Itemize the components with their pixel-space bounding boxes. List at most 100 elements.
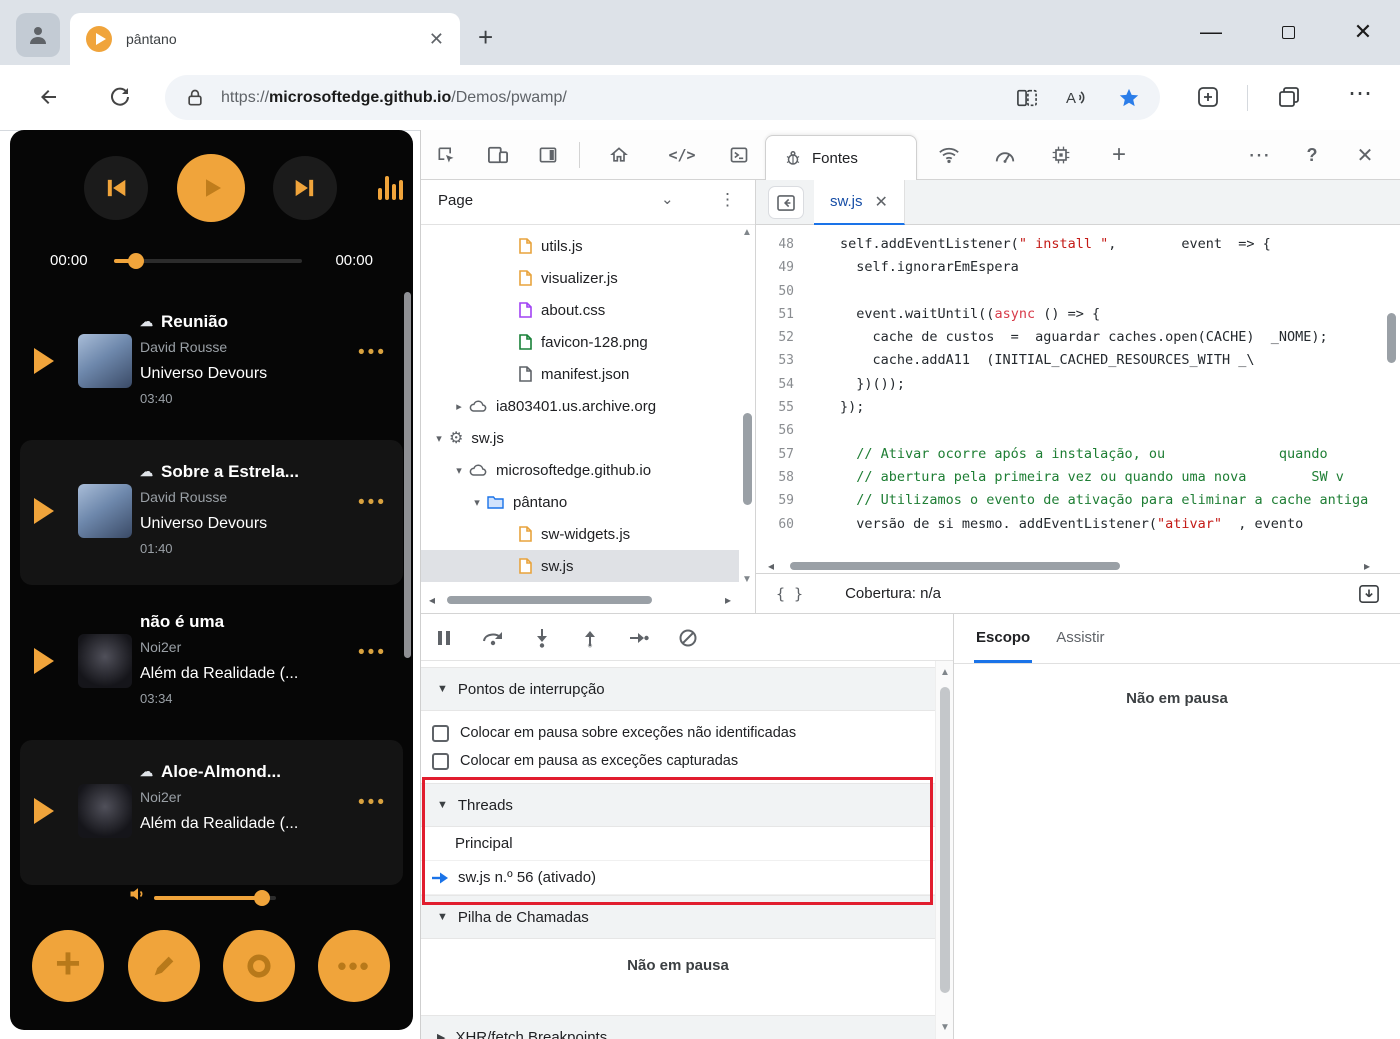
- back-button[interactable]: [36, 85, 60, 109]
- scroll-left-icon[interactable]: ◂: [429, 593, 435, 607]
- dock-side-icon[interactable]: [531, 138, 565, 172]
- step-into-icon[interactable]: [525, 621, 559, 655]
- track-row[interactable]: ☁ Aloe-Almond... Noi2er Além da Realidade…: [20, 740, 403, 885]
- line-number[interactable]: 59: [756, 489, 810, 512]
- line-number[interactable]: 57: [756, 443, 810, 466]
- tab-close-icon[interactable]: ✕: [875, 192, 888, 212]
- thread-main-row[interactable]: Principal: [421, 827, 935, 861]
- maximize-button[interactable]: [1263, 14, 1313, 50]
- refresh-button[interactable]: [108, 85, 132, 109]
- file-tree-item[interactable]: favicon-128.png: [421, 326, 739, 358]
- scrollbar-thumb[interactable]: [743, 413, 752, 506]
- settings-menu-icon[interactable]: ⋯: [1348, 79, 1372, 108]
- devtools-close-icon[interactable]: ✕: [1348, 138, 1382, 172]
- line-number[interactable]: 50: [756, 280, 810, 303]
- seek-handle[interactable]: [128, 253, 144, 269]
- collections-icon[interactable]: [1277, 85, 1301, 109]
- collapse-navigator-button[interactable]: [768, 186, 804, 219]
- minimize-button[interactable]: —: [1186, 14, 1236, 50]
- line-number[interactable]: 58: [756, 466, 810, 489]
- step-over-icon[interactable]: [476, 621, 510, 655]
- line-number[interactable]: 56: [756, 419, 810, 442]
- chevron-down-icon[interactable]: ⌄: [661, 190, 674, 208]
- performance-icon[interactable]: [988, 138, 1022, 172]
- memory-icon[interactable]: [1044, 138, 1078, 172]
- scrollbar-thumb[interactable]: [447, 596, 652, 604]
- thread-active-row[interactable]: sw.js n.º 56 (ativado): [421, 861, 935, 895]
- step-icon[interactable]: [622, 621, 656, 655]
- seek-slider[interactable]: [114, 253, 302, 269]
- tab-scope[interactable]: Escopo: [974, 614, 1033, 663]
- debugger-scrollbar[interactable]: ▲ ▼: [935, 661, 953, 1039]
- pause-uncaught-exceptions-row[interactable]: Colocar em pausa sobre exceções não iden…: [421, 719, 935, 747]
- scrollbar-thumb[interactable]: [790, 562, 1120, 570]
- playlist-scrollbar[interactable]: [404, 292, 411, 658]
- tab-close-icon[interactable]: ✕: [429, 30, 444, 48]
- checkbox[interactable]: [432, 724, 449, 742]
- navigator-horizontal-scrollbar[interactable]: ◂ ▸: [421, 587, 739, 613]
- section-xhr-breakpoints[interactable]: ▶ XHR/fetch Breakpoints: [421, 1015, 935, 1039]
- scrollbar-thumb[interactable]: [1387, 313, 1396, 363]
- file-tree-item[interactable]: sw-widgets.js: [421, 518, 739, 550]
- line-number[interactable]: 54: [756, 373, 810, 396]
- track-play-icon[interactable]: [34, 648, 54, 674]
- scroll-left-icon[interactable]: ◂: [768, 559, 774, 573]
- add-song-button[interactable]: +: [32, 930, 104, 1002]
- track-play-icon[interactable]: [34, 798, 54, 824]
- window-close-button[interactable]: ✕: [1338, 14, 1388, 50]
- record-button[interactable]: [223, 930, 295, 1002]
- tab-sources[interactable]: Fontes: [765, 135, 917, 180]
- track-more-menu-icon[interactable]: •••: [358, 492, 387, 514]
- file-tree-folder[interactable]: ▾ pântano: [421, 486, 739, 518]
- skip-next-button[interactable]: [273, 156, 337, 220]
- scroll-down-icon[interactable]: ▼: [742, 574, 752, 585]
- deactivate-breakpoints-icon[interactable]: [671, 621, 705, 655]
- file-tree-item[interactable]: utils.js: [421, 230, 739, 262]
- favorite-star-icon[interactable]: [1118, 87, 1140, 109]
- navigator-vertical-scrollbar[interactable]: ▲ ▼: [739, 225, 755, 587]
- file-tree-origin[interactable]: ▸ ia803401.us.archive.org: [421, 390, 739, 422]
- tab-page[interactable]: Page: [438, 192, 473, 209]
- edit-button[interactable]: [128, 930, 200, 1002]
- section-threads[interactable]: ▼ Threads: [421, 783, 935, 827]
- console-icon[interactable]: [722, 138, 756, 172]
- elements-icon[interactable]: </>: [665, 138, 699, 172]
- pretty-print-icon[interactable]: { }: [776, 585, 803, 603]
- line-number[interactable]: 52: [756, 326, 810, 349]
- inspect-element-icon[interactable]: [429, 138, 463, 172]
- skip-previous-button[interactable]: [84, 156, 148, 220]
- network-icon[interactable]: [932, 138, 966, 172]
- scroll-up-icon[interactable]: ▲: [940, 667, 950, 678]
- more-button[interactable]: •••: [318, 930, 390, 1002]
- file-tree-item[interactable]: manifest.json: [421, 358, 739, 390]
- line-number[interactable]: 55: [756, 396, 810, 419]
- section-breakpoints[interactable]: ▼ Pontos de interrupção: [421, 667, 935, 711]
- site-info-lock-icon[interactable]: [185, 88, 205, 108]
- volume-slider[interactable]: [154, 890, 276, 906]
- scroll-down-icon[interactable]: ▼: [940, 1022, 950, 1033]
- line-number[interactable]: 51: [756, 303, 810, 326]
- scroll-up-icon[interactable]: ▲: [742, 227, 752, 238]
- file-tree-item-selected[interactable]: sw.js: [421, 550, 739, 582]
- scrollbar-thumb[interactable]: [940, 687, 950, 993]
- download-icon[interactable]: [1358, 584, 1380, 604]
- navigator-menu-icon[interactable]: ⋮: [719, 190, 736, 210]
- track-row[interactable]: ☁ Sobre a Estrela... David Rousse Univers…: [20, 440, 403, 585]
- scroll-right-icon[interactable]: ▸: [1364, 559, 1370, 573]
- line-number[interactable]: 53: [756, 349, 810, 372]
- help-icon[interactable]: ?: [1295, 138, 1329, 172]
- devtools-more-icon[interactable]: ⋯: [1242, 138, 1276, 172]
- track-row[interactable]: não é uma Noi2er Além da Realidade (... …: [20, 590, 403, 735]
- more-tabs-icon[interactable]: +: [1102, 138, 1136, 172]
- track-more-menu-icon[interactable]: •••: [358, 642, 387, 664]
- track-more-menu-icon[interactable]: •••: [358, 342, 387, 364]
- split-screen-icon[interactable]: [1016, 88, 1038, 108]
- file-tree-item[interactable]: visualizer.js: [421, 262, 739, 294]
- editor-tab-swjs[interactable]: sw.js ✕: [814, 180, 905, 225]
- track-more-menu-icon[interactable]: •••: [358, 792, 387, 814]
- welcome-home-icon[interactable]: [602, 138, 636, 172]
- play-button[interactable]: [177, 154, 245, 222]
- pause-icon[interactable]: [427, 621, 461, 655]
- tab-watch[interactable]: Assistir: [1054, 614, 1106, 663]
- checkbox[interactable]: [432, 752, 449, 770]
